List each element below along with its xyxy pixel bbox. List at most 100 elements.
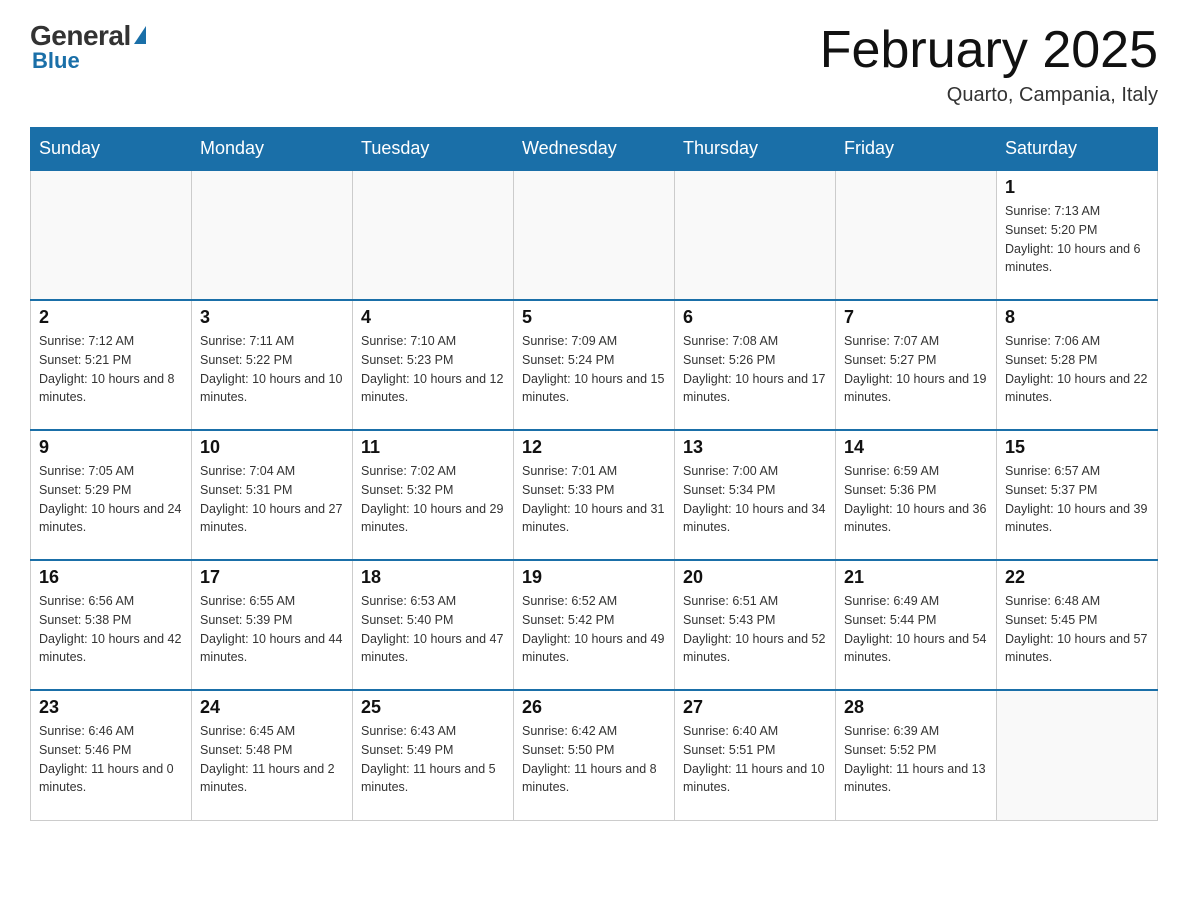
day-number: 19 — [522, 567, 666, 588]
day-header-thursday: Thursday — [675, 128, 836, 171]
day-info: Sunrise: 6:39 AMSunset: 5:52 PMDaylight:… — [844, 722, 988, 797]
page-header: General Blue February 2025 Quarto, Campa… — [30, 20, 1158, 107]
week-row-2: 2 Sunrise: 7:12 AMSunset: 5:21 PMDaylight… — [31, 300, 1158, 430]
calendar-cell: 27Sunrise: 6:40 AMSunset: 5:51 PMDayligh… — [675, 690, 836, 820]
day-number: 1 — [1005, 177, 1149, 198]
day-info: Sunrise: 7:13 AMSunset: 5:20 PMDaylight:… — [1005, 202, 1149, 277]
day-number: 12 — [522, 437, 666, 458]
calendar-cell: 16 Sunrise: 6:56 AMSunset: 5:38 PMDayligh… — [31, 560, 192, 690]
day-number: 24 — [200, 697, 344, 718]
day-number: 15 — [1005, 437, 1149, 458]
day-info: Sunrise: 6:56 AMSunset: 5:38 PMDaylight:… — [39, 592, 183, 667]
day-header-tuesday: Tuesday — [353, 128, 514, 171]
day-info: Sunrise: 7:08 AMSunset: 5:26 PMDaylight:… — [683, 332, 827, 407]
week-row-5: 23Sunrise: 6:46 AMSunset: 5:46 PMDayligh… — [31, 690, 1158, 820]
day-number: 13 — [683, 437, 827, 458]
logo-blue-text: Blue — [32, 48, 80, 74]
calendar-cell: 7 Sunrise: 7:07 AMSunset: 5:27 PMDaylight… — [836, 300, 997, 430]
logo-triangle-icon — [134, 26, 146, 44]
calendar-cell: 4Sunrise: 7:10 AMSunset: 5:23 PMDaylight… — [353, 300, 514, 430]
calendar-cell — [514, 170, 675, 300]
calendar-cell — [997, 690, 1158, 820]
day-number: 26 — [522, 697, 666, 718]
calendar-cell: 22 Sunrise: 6:48 AMSunset: 5:45 PMDayligh… — [997, 560, 1158, 690]
day-info: Sunrise: 6:42 AMSunset: 5:50 PMDaylight:… — [522, 722, 666, 797]
week-row-1: 1 Sunrise: 7:13 AMSunset: 5:20 PMDaylight… — [31, 170, 1158, 300]
day-info: Sunrise: 7:07 AMSunset: 5:27 PMDaylight:… — [844, 332, 988, 407]
calendar-cell — [675, 170, 836, 300]
calendar-cell: 2 Sunrise: 7:12 AMSunset: 5:21 PMDaylight… — [31, 300, 192, 430]
day-info: Sunrise: 7:01 AMSunset: 5:33 PMDaylight:… — [522, 462, 666, 537]
day-number: 20 — [683, 567, 827, 588]
day-number: 25 — [361, 697, 505, 718]
day-number: 8 — [1005, 307, 1149, 328]
day-info: Sunrise: 7:04 AMSunset: 5:31 PMDaylight:… — [200, 462, 344, 537]
day-number: 9 — [39, 437, 183, 458]
day-header-monday: Monday — [192, 128, 353, 171]
calendar-cell: 5 Sunrise: 7:09 AMSunset: 5:24 PMDaylight… — [514, 300, 675, 430]
calendar-cell: 10 Sunrise: 7:04 AMSunset: 5:31 PMDayligh… — [192, 430, 353, 560]
day-info: Sunrise: 7:02 AMSunset: 5:32 PMDaylight:… — [361, 462, 505, 537]
calendar-cell: 6 Sunrise: 7:08 AMSunset: 5:26 PMDaylight… — [675, 300, 836, 430]
day-info: Sunrise: 7:10 AMSunset: 5:23 PMDaylight:… — [361, 332, 505, 407]
day-info: Sunrise: 6:43 AMSunset: 5:49 PMDaylight:… — [361, 722, 505, 797]
day-header-wednesday: Wednesday — [514, 128, 675, 171]
day-number: 3 — [200, 307, 344, 328]
day-header-saturday: Saturday — [997, 128, 1158, 171]
calendar-cell: 21 Sunrise: 6:49 AMSunset: 5:44 PMDayligh… — [836, 560, 997, 690]
day-number: 7 — [844, 307, 988, 328]
day-number: 6 — [683, 307, 827, 328]
day-number: 17 — [200, 567, 344, 588]
day-info: Sunrise: 6:51 AMSunset: 5:43 PMDaylight:… — [683, 592, 827, 667]
day-info: Sunrise: 7:12 AMSunset: 5:21 PMDaylight:… — [39, 332, 183, 407]
calendar-cell: 14 Sunrise: 6:59 AMSunset: 5:36 PMDayligh… — [836, 430, 997, 560]
calendar-cell — [353, 170, 514, 300]
day-info: Sunrise: 6:53 AMSunset: 5:40 PMDaylight:… — [361, 592, 505, 667]
day-info: Sunrise: 7:09 AMSunset: 5:24 PMDaylight:… — [522, 332, 666, 407]
day-info: Sunrise: 6:52 AMSunset: 5:42 PMDaylight:… — [522, 592, 666, 667]
calendar-cell: 23Sunrise: 6:46 AMSunset: 5:46 PMDayligh… — [31, 690, 192, 820]
day-number: 21 — [844, 567, 988, 588]
calendar-cell — [31, 170, 192, 300]
day-info: Sunrise: 6:45 AMSunset: 5:48 PMDaylight:… — [200, 722, 344, 797]
day-header-sunday: Sunday — [31, 128, 192, 171]
day-number: 16 — [39, 567, 183, 588]
calendar-cell: 26 Sunrise: 6:42 AMSunset: 5:50 PMDayligh… — [514, 690, 675, 820]
calendar-cell: 17 Sunrise: 6:55 AMSunset: 5:39 PMDayligh… — [192, 560, 353, 690]
calendar-cell — [192, 170, 353, 300]
calendar-cell: 11 Sunrise: 7:02 AMSunset: 5:32 PMDayligh… — [353, 430, 514, 560]
calendar-cell: 24 Sunrise: 6:45 AMSunset: 5:48 PMDayligh… — [192, 690, 353, 820]
calendar-cell: 1 Sunrise: 7:13 AMSunset: 5:20 PMDaylight… — [997, 170, 1158, 300]
calendar-cell: 18Sunrise: 6:53 AMSunset: 5:40 PMDayligh… — [353, 560, 514, 690]
calendar-cell: 8Sunrise: 7:06 AMSunset: 5:28 PMDaylight… — [997, 300, 1158, 430]
day-number: 14 — [844, 437, 988, 458]
calendar-cell: 19 Sunrise: 6:52 AMSunset: 5:42 PMDayligh… — [514, 560, 675, 690]
logo: General Blue — [30, 20, 148, 74]
day-info: Sunrise: 6:46 AMSunset: 5:46 PMDaylight:… — [39, 722, 183, 797]
calendar-cell: 3 Sunrise: 7:11 AMSunset: 5:22 PMDaylight… — [192, 300, 353, 430]
day-number: 10 — [200, 437, 344, 458]
title-section: February 2025 Quarto, Campania, Italy — [820, 20, 1158, 107]
week-row-3: 9 Sunrise: 7:05 AMSunset: 5:29 PMDaylight… — [31, 430, 1158, 560]
day-number: 5 — [522, 307, 666, 328]
day-info: Sunrise: 7:11 AMSunset: 5:22 PMDaylight:… — [200, 332, 344, 407]
week-row-4: 16 Sunrise: 6:56 AMSunset: 5:38 PMDayligh… — [31, 560, 1158, 690]
calendar-cell: 15Sunrise: 6:57 AMSunset: 5:37 PMDayligh… — [997, 430, 1158, 560]
day-info: Sunrise: 6:49 AMSunset: 5:44 PMDaylight:… — [844, 592, 988, 667]
day-info: Sunrise: 6:55 AMSunset: 5:39 PMDaylight:… — [200, 592, 344, 667]
calendar-cell: 12 Sunrise: 7:01 AMSunset: 5:33 PMDayligh… — [514, 430, 675, 560]
day-info: Sunrise: 7:05 AMSunset: 5:29 PMDaylight:… — [39, 462, 183, 537]
day-info: Sunrise: 6:59 AMSunset: 5:36 PMDaylight:… — [844, 462, 988, 537]
calendar-cell: 13 Sunrise: 7:00 AMSunset: 5:34 PMDayligh… — [675, 430, 836, 560]
day-number: 22 — [1005, 567, 1149, 588]
calendar-table: SundayMondayTuesdayWednesdayThursdayFrid… — [30, 127, 1158, 821]
day-info: Sunrise: 6:48 AMSunset: 5:45 PMDaylight:… — [1005, 592, 1149, 667]
day-number: 2 — [39, 307, 183, 328]
day-header-friday: Friday — [836, 128, 997, 171]
calendar-cell: 25 Sunrise: 6:43 AMSunset: 5:49 PMDayligh… — [353, 690, 514, 820]
calendar-subtitle: Quarto, Campania, Italy — [820, 84, 1158, 107]
day-info: Sunrise: 7:00 AMSunset: 5:34 PMDaylight:… — [683, 462, 827, 537]
day-number: 11 — [361, 437, 505, 458]
calendar-cell: 9 Sunrise: 7:05 AMSunset: 5:29 PMDaylight… — [31, 430, 192, 560]
calendar-cell: 28Sunrise: 6:39 AMSunset: 5:52 PMDayligh… — [836, 690, 997, 820]
